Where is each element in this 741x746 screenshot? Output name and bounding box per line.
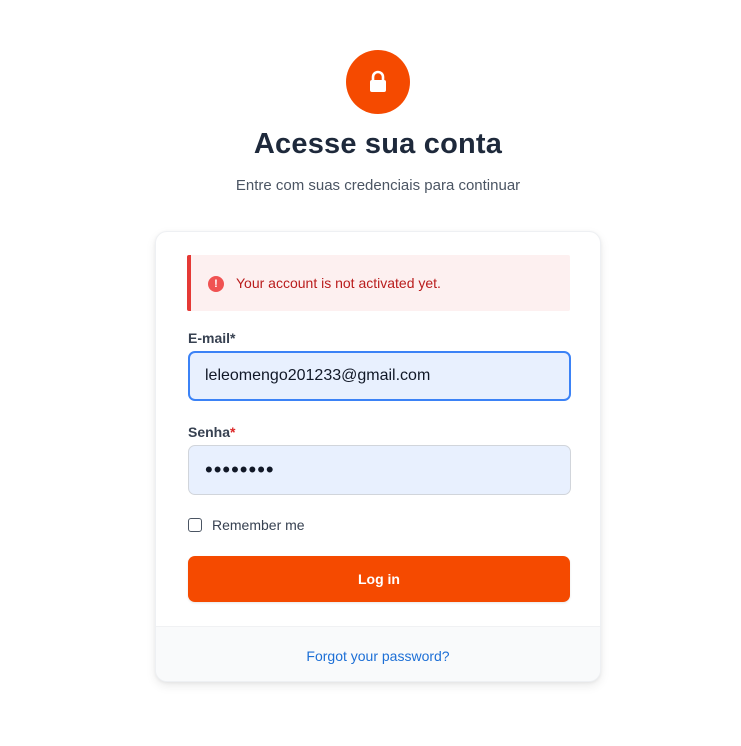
lock-logo	[346, 50, 410, 114]
remember-me[interactable]: Remember me	[188, 517, 305, 533]
login-button[interactable]: Log in	[188, 556, 570, 602]
email-field[interactable]	[188, 351, 571, 401]
password-field[interactable]	[188, 445, 571, 495]
exclamation-circle-icon: !	[208, 276, 224, 292]
remember-checkbox[interactable]	[188, 518, 202, 532]
password-label-text: Senha	[188, 424, 231, 440]
email-required-mark: *	[230, 330, 236, 346]
alert-message: Your account is not activated yet.	[236, 275, 441, 291]
password-required-mark: *	[230, 424, 236, 440]
card-footer: Forgot your password?	[156, 626, 600, 681]
login-card: ! Your account is not activated yet. E-m…	[155, 231, 601, 682]
remember-label: Remember me	[212, 517, 305, 533]
email-label: E-mail*	[188, 330, 235, 346]
forgot-password-link[interactable]: Forgot your password?	[306, 648, 449, 664]
page-subtitle: Entre com suas credenciais para continua…	[235, 177, 521, 194]
email-label-text: E-mail	[188, 330, 231, 346]
page-title: Acesse sua conta	[253, 128, 503, 160]
password-label: Senha*	[188, 424, 235, 440]
error-alert: ! Your account is not activated yet.	[187, 255, 570, 311]
lock-icon	[370, 70, 386, 92]
